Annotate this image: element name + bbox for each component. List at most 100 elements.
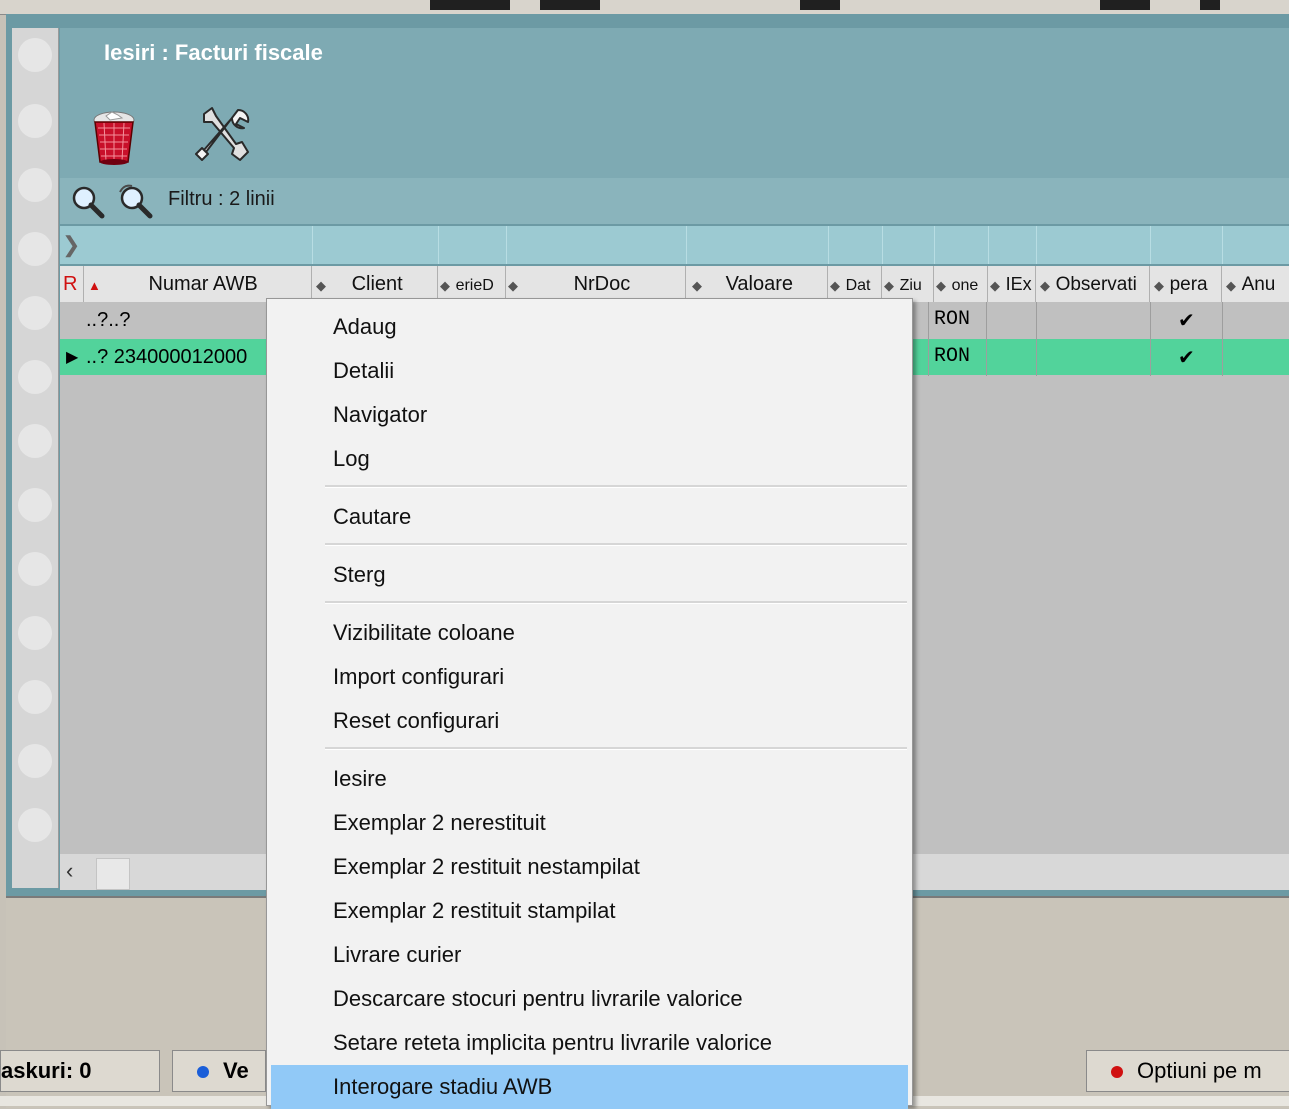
status-button-right[interactable]: Optiuni pe m [1086, 1050, 1289, 1092]
scroll-left-icon[interactable]: ‹ [66, 860, 90, 884]
status-button-middle[interactable]: Ve [172, 1050, 266, 1092]
menu-item-exemplar-nerestituit[interactable]: Exemplar 2 nerestituit [271, 801, 908, 845]
column-header-label: Numar AWB [148, 273, 258, 295]
status-button-label: Ve [223, 1058, 249, 1083]
column-header-label: Valoare [725, 273, 794, 295]
column-header-numar-awb[interactable]: ▲ Numar AWB [84, 266, 312, 302]
nav-separator [828, 226, 829, 264]
menu-item-livrare-curier[interactable]: Livrare curier [271, 933, 908, 977]
top-strip [0, 0, 1289, 15]
gutter-dot [18, 168, 52, 202]
zoom-icon[interactable] [70, 184, 106, 220]
menu-item-cautare[interactable]: Cautare [271, 495, 908, 539]
menu-item-reset-configurari[interactable]: Reset configurari [271, 699, 908, 743]
column-header-label: Anu [1241, 274, 1276, 295]
status-dot-icon [197, 1066, 209, 1079]
column-header-label: Client [351, 273, 403, 295]
gutter-dot [18, 488, 52, 522]
top-strip-fragment [800, 0, 840, 10]
menu-item-exemplar-restituit-stampilat[interactable]: Exemplar 2 restituit stampilat [271, 889, 908, 933]
column-header-anulat[interactable]: ◆ Anu [1222, 266, 1289, 302]
menu-item-exemplar-restituit-nestampilat[interactable]: Exemplar 2 restituit nestampilat [271, 845, 908, 889]
grid-line [928, 302, 929, 376]
column-header-label: erieD [455, 277, 494, 294]
column-header-ziua[interactable]: ◆ Ziu [882, 266, 934, 302]
gutter-dot [18, 424, 52, 458]
nav-separator [988, 226, 989, 264]
column-header-label: pera [1169, 274, 1208, 295]
sort-icon: ▲ [88, 278, 101, 293]
menu-item-vizibilitate-coloane[interactable]: Vizibilitate coloane [271, 611, 908, 655]
menu-separator [325, 485, 907, 488]
left-gutter [12, 28, 59, 888]
status-dot-icon [1111, 1066, 1123, 1079]
tasks-label: askuri: 0 [1, 1058, 92, 1083]
menu-item-iesire[interactable]: Iesire [271, 757, 908, 801]
grid-line [1150, 302, 1151, 376]
currency-cell: RON [934, 308, 971, 331]
column-header-label: Dat [845, 277, 871, 294]
trash-icon[interactable] [88, 108, 140, 166]
grid-line [1222, 302, 1223, 376]
column-header-data[interactable]: ◆ Dat [828, 266, 882, 302]
row-pointer-icon: ▶ [66, 347, 79, 366]
menu-separator [325, 543, 907, 546]
menu-item-setare-reteta[interactable]: Setare reteta implicita pentru livrarile… [271, 1021, 908, 1065]
column-header-moneda[interactable]: ◆ one [934, 266, 988, 302]
gutter-dot [18, 616, 52, 650]
context-menu: Adaug Detalii Navigator Log Cautare Ster… [266, 298, 913, 1109]
column-header-observatii[interactable]: ◆ Observati [1036, 266, 1150, 302]
column-header-nrdoc[interactable]: ◆ NrDoc [506, 266, 686, 302]
nav-separator [438, 226, 439, 264]
column-header-label: NrDoc [573, 273, 631, 295]
column-header-label: Observati [1055, 274, 1137, 295]
window-title: Iesiri : Facturi fiscale [104, 40, 323, 65]
chevron-right-icon[interactable]: ❯ [62, 232, 80, 258]
nav-separator [882, 226, 883, 264]
menu-item-interogare-stadiu-awb[interactable]: Interogare stadiu AWB [271, 1065, 908, 1109]
menu-item-import-configurari[interactable]: Import configurari [271, 655, 908, 699]
menu-item-descarcare-stocuri[interactable]: Descarcare stocuri pentru livrarile valo… [271, 977, 908, 1021]
nav-separator [312, 226, 313, 264]
column-header-iex[interactable]: ◆ IEx [988, 266, 1036, 302]
column-header-valoare[interactable]: ◆ Valoare [686, 266, 828, 302]
sort-icon: ◆ [440, 278, 450, 293]
column-header-label: IEx [1005, 274, 1032, 294]
menu-item-navigator[interactable]: Navigator [271, 393, 908, 437]
operat-check: ✔ [1178, 308, 1195, 332]
gutter-dot [18, 38, 52, 72]
gutter-dot [18, 296, 52, 330]
sort-icon: ◆ [508, 278, 518, 293]
status-button-label: Optiuni pe m [1137, 1058, 1262, 1083]
nav-separator [686, 226, 687, 264]
column-header-client[interactable]: ◆ Client [312, 266, 438, 302]
nav-separator [1036, 226, 1037, 264]
record-marker-header: R [60, 266, 84, 302]
sort-icon: ◆ [990, 278, 1000, 293]
tools-icon[interactable] [190, 104, 254, 166]
gutter-dot [18, 680, 52, 714]
sort-icon: ◆ [1040, 278, 1050, 293]
grid-line [1036, 302, 1037, 376]
menu-item-sterg[interactable]: Sterg [271, 553, 908, 597]
nav-separator [506, 226, 507, 264]
grid-line [986, 302, 987, 376]
gutter-dot [18, 360, 52, 394]
sort-icon: ◆ [884, 278, 894, 293]
menu-item-log[interactable]: Log [271, 437, 908, 481]
gutter-dot [18, 552, 52, 586]
tasks-counter: askuri: 0 [0, 1050, 160, 1092]
sort-icon: ◆ [692, 278, 702, 293]
operat-check: ✔ [1178, 345, 1195, 369]
column-header-seriedoc[interactable]: ◆ erieD [438, 266, 506, 302]
scroll-thumb[interactable] [96, 858, 130, 890]
nav-separator [1150, 226, 1151, 264]
column-header-operat[interactable]: ◆ pera [1150, 266, 1222, 302]
sort-icon: ◆ [1226, 278, 1236, 293]
menu-item-detalii[interactable]: Detalii [271, 349, 908, 393]
zoom-advanced-icon[interactable] [116, 184, 156, 220]
top-strip-fragment [1200, 0, 1220, 10]
column-header-label: Ziu [899, 277, 922, 294]
menu-item-adaug[interactable]: Adaug [271, 305, 908, 349]
top-strip-fragment [430, 0, 510, 10]
